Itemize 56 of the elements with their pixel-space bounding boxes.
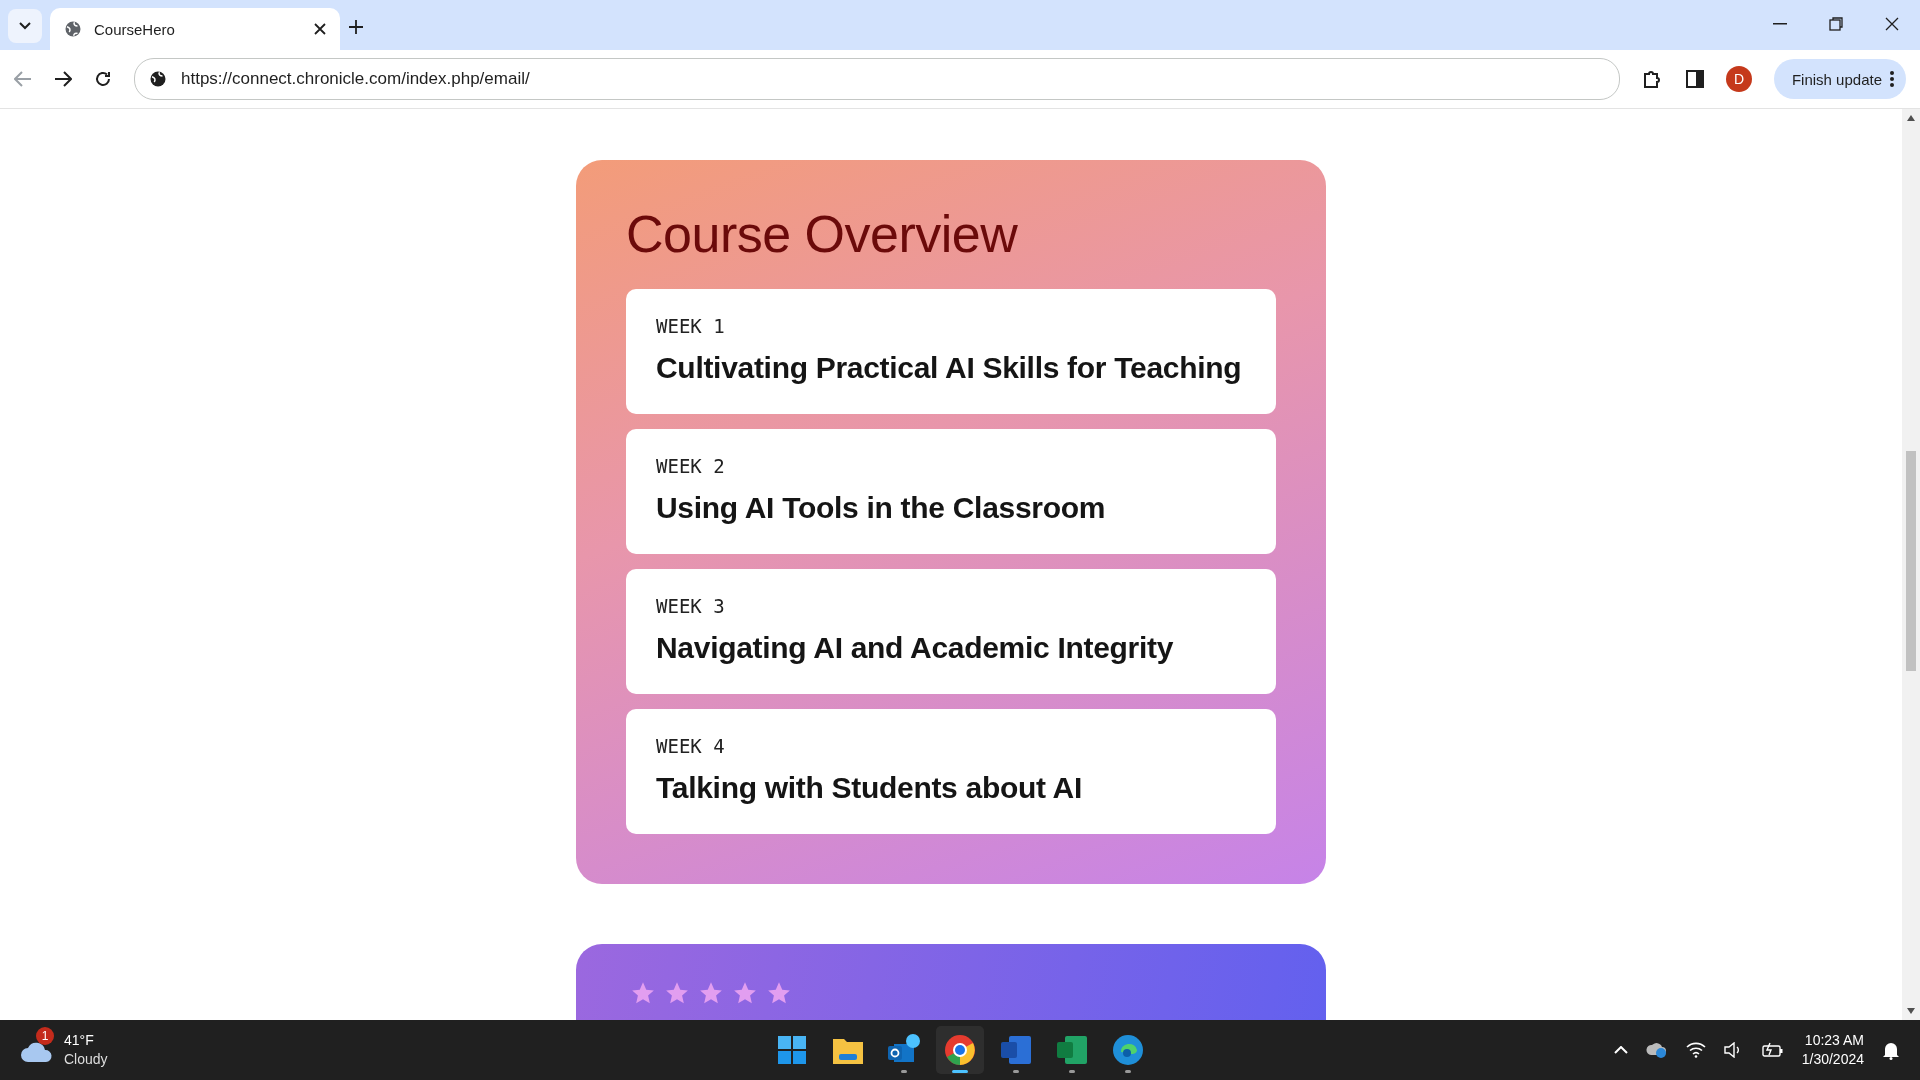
- close-icon: [1885, 17, 1899, 31]
- tab-list-button[interactable]: [8, 9, 42, 43]
- close-tab-button[interactable]: [314, 23, 326, 35]
- week-label: WEEK 1: [656, 315, 726, 337]
- date-text: 1/30/2024: [1801, 1050, 1864, 1069]
- finish-update-button[interactable]: Finish update: [1773, 59, 1906, 99]
- bell-snooze-icon[interactable]: [1882, 1040, 1900, 1060]
- new-tab-button[interactable]: [348, 19, 364, 35]
- week-label: WEEK 4: [656, 735, 726, 757]
- week-title: Navigating AI and Academic Integrity: [656, 631, 1175, 665]
- wifi-icon[interactable]: [1685, 1042, 1706, 1058]
- windows-logo-icon: [778, 1036, 806, 1064]
- star-icon: [732, 980, 758, 1006]
- time-text: 10:23 AM: [1804, 1031, 1864, 1050]
- globe-icon: [64, 20, 82, 38]
- notification-badge: 1: [36, 1027, 54, 1045]
- cloud-sync-icon[interactable]: [1645, 1041, 1668, 1059]
- scrollbar-thumb[interactable]: [1906, 451, 1916, 671]
- clock[interactable]: 10:23 AM 1/30/2024: [1801, 1031, 1864, 1069]
- reload-button[interactable]: [94, 70, 112, 88]
- star-icon: [664, 980, 690, 1006]
- wave-logo-icon: [1113, 1035, 1143, 1065]
- browser-tab[interactable]: CourseHero: [50, 8, 340, 50]
- week-title: Cultivating Practical AI Skills for Teaching: [656, 351, 1243, 385]
- site-info-icon: [149, 70, 167, 88]
- more-icon: [1890, 71, 1894, 87]
- folder-icon: [833, 1036, 863, 1064]
- scroll-up-icon[interactable]: [1907, 115, 1915, 121]
- spreadsheet-app-icon: [1057, 1036, 1087, 1064]
- tab-title: CourseHero: [94, 20, 176, 38]
- week-label: WEEK 2: [656, 455, 726, 477]
- star-icon: [630, 980, 656, 1006]
- week-title: Talking with Students about AI: [656, 771, 1083, 805]
- document-app-icon: [1001, 1036, 1031, 1064]
- battery-charging-icon[interactable]: [1761, 1042, 1784, 1058]
- section-title: Course Overview: [626, 204, 1019, 264]
- profile-avatar[interactable]: D: [1725, 66, 1752, 92]
- side-panel-button[interactable]: [1685, 70, 1704, 88]
- scroll-down-icon[interactable]: [1907, 1008, 1915, 1014]
- address-bar[interactable]: https://connect.chronicle.com/index.php/email/: [134, 58, 1620, 100]
- star-icon: [766, 980, 792, 1006]
- minimize-icon: [1773, 23, 1787, 25]
- chevron-up-icon[interactable]: [1613, 1046, 1628, 1054]
- taskbar-app-button[interactable]: [936, 1026, 984, 1074]
- forward-button[interactable]: [54, 71, 72, 87]
- week-title: Using AI Tools in the Classroom: [656, 491, 1107, 525]
- chevron-down-icon: [19, 22, 31, 30]
- back-button[interactable]: [14, 71, 32, 87]
- browser-logo-icon: [945, 1035, 975, 1065]
- temperature-text: 41°F: [64, 1031, 95, 1050]
- url-text: https://connect.chronicle.com/index.php/email/: [181, 69, 530, 89]
- scrollbar[interactable]: [1902, 109, 1920, 1020]
- star-icon: [698, 980, 724, 1006]
- week-label: WEEK 3: [656, 595, 726, 617]
- weather-condition: Cloudy: [64, 1050, 108, 1069]
- restore-icon: [1829, 17, 1843, 31]
